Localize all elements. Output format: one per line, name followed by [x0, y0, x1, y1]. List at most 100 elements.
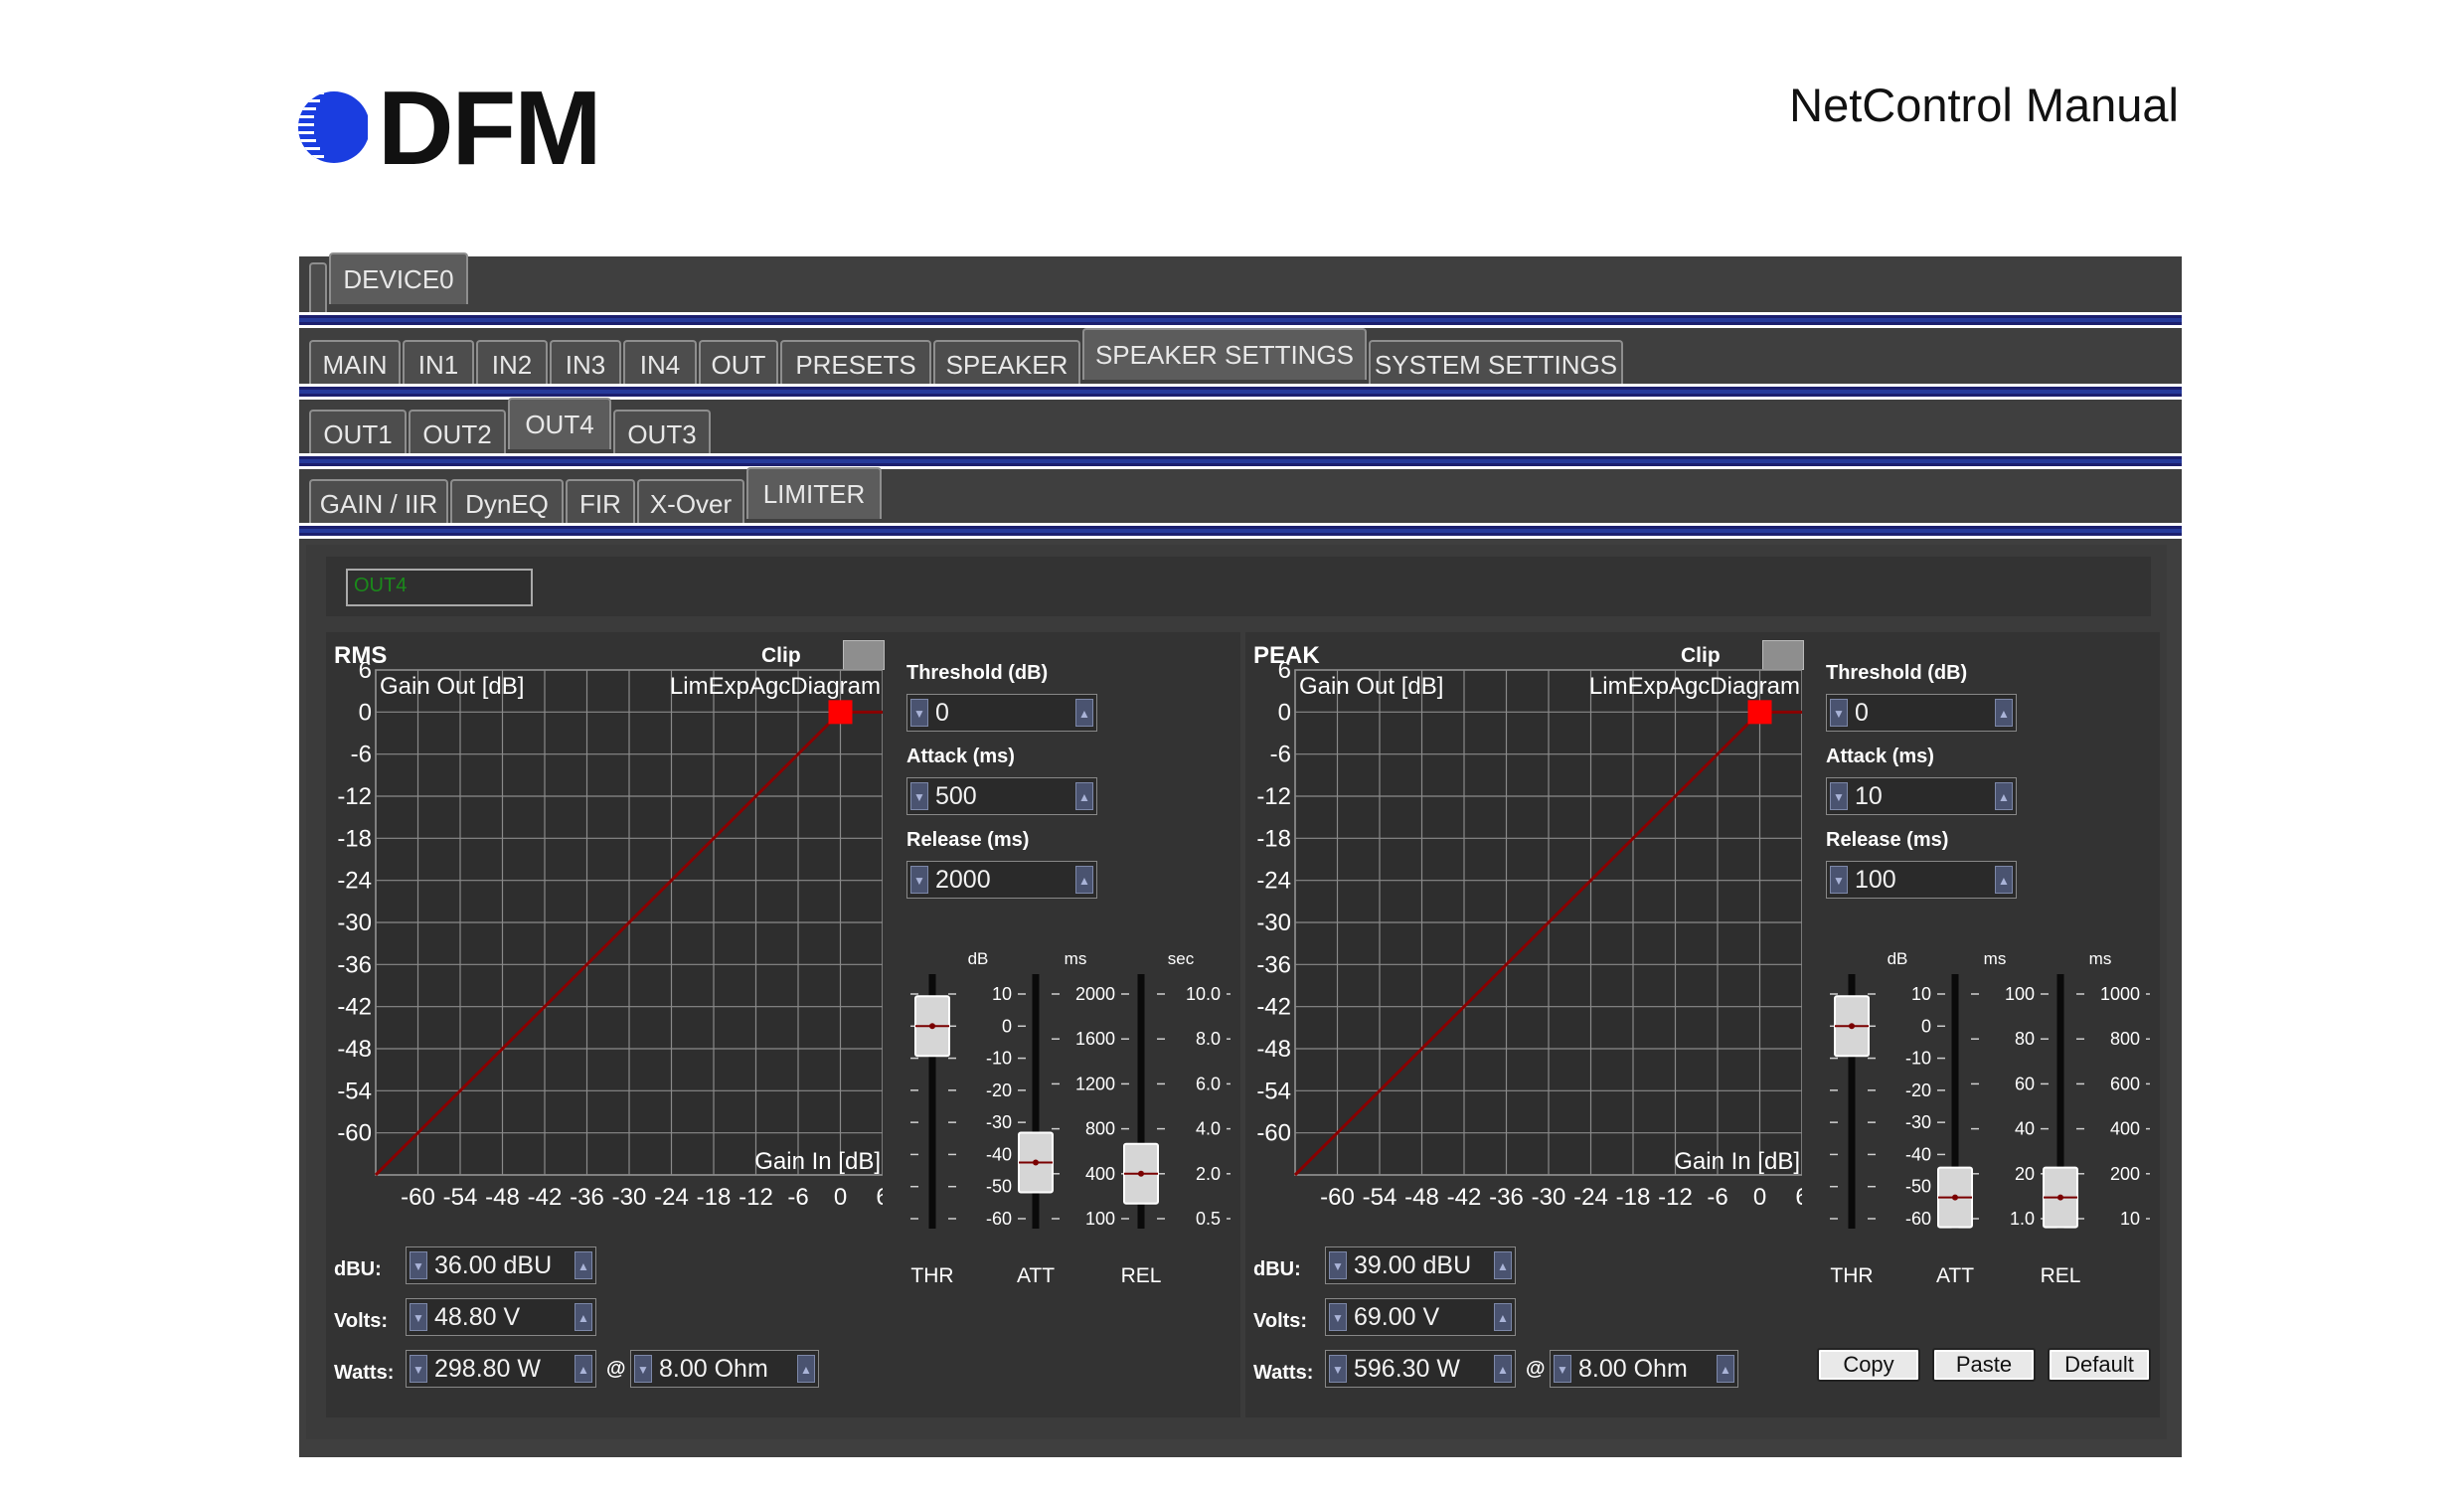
x-tick-label: 6 [1795, 1184, 1802, 1211]
dbu-label: dBU: [1253, 1258, 1301, 1280]
increment-icon[interactable]: ▲ [797, 1355, 815, 1383]
tab-out1[interactable]: OUT1 [309, 410, 407, 457]
tab-dyneq[interactable]: DynEQ [450, 479, 564, 527]
decrement-icon[interactable]: ▼ [910, 866, 928, 894]
y-tick-label: -36 [337, 951, 372, 978]
increment-icon[interactable]: ▲ [1995, 699, 2013, 727]
watts-value: 298.80 W [434, 1355, 542, 1383]
diagram-name: LimExpAgcDiagram [670, 673, 881, 700]
release-spinner[interactable]: ▼ 100 ▲ [1826, 861, 2017, 899]
default-button[interactable]: Default [2048, 1348, 2151, 1382]
x-tick-label: -42 [1447, 1184, 1482, 1211]
decrement-icon[interactable]: ▼ [1554, 1355, 1571, 1383]
thr-fader-knob-dot [929, 1023, 935, 1030]
volts-value: 69.00 V [1354, 1303, 1440, 1331]
volts-spinner[interactable]: ▼ 69.00 V ▲ [1325, 1298, 1516, 1336]
att-fader-name: ATT [1936, 1264, 1974, 1287]
increment-icon[interactable]: ▲ [1494, 1303, 1512, 1331]
fader-tick-label: 400 [2110, 1119, 2140, 1139]
y-tick-label: -30 [1256, 910, 1291, 936]
x-tick-label: -24 [1573, 1184, 1608, 1211]
increment-icon[interactable]: ▲ [1717, 1355, 1734, 1383]
copy-button[interactable]: Copy [1817, 1348, 1920, 1382]
brand-wordmark: DFM [378, 70, 602, 187]
attack-spinner[interactable]: ▼ 500 ▲ [906, 777, 1097, 815]
decrement-icon[interactable]: ▼ [1329, 1355, 1347, 1383]
decrement-icon[interactable]: ▼ [410, 1251, 427, 1279]
decrement-icon[interactable]: ▼ [410, 1303, 427, 1331]
tab-in2[interactable]: IN2 [476, 340, 548, 388]
decrement-icon[interactable]: ▼ [1329, 1303, 1347, 1331]
decrement-icon[interactable]: ▼ [1830, 782, 1848, 810]
increment-icon[interactable]: ▲ [1075, 699, 1093, 727]
impedance-spinner[interactable]: ▼ 8.00 Ohm ▲ [1550, 1350, 1738, 1388]
att-fader-knob-dot [1033, 1159, 1039, 1166]
thr-fader-name: THR [1830, 1264, 1873, 1287]
fader-tick-label: -10 [1905, 1049, 1931, 1069]
increment-icon[interactable]: ▲ [575, 1303, 592, 1331]
rms-panel: RMS Clip 6 0 -6 -12 -18 -24 -30 -36 -42 -48 -54 -60… [326, 632, 1240, 1417]
increment-icon[interactable]: ▲ [1494, 1251, 1512, 1279]
tab-in3[interactable]: IN3 [550, 340, 621, 388]
tab-in1[interactable]: IN1 [403, 340, 474, 388]
tab-device0[interactable]: DEVICE0 [329, 252, 468, 304]
threshold-spinner[interactable]: ▼ 0 ▲ [906, 694, 1097, 732]
x-tick-label: -6 [1707, 1184, 1727, 1211]
attack-spinner[interactable]: ▼ 10 ▲ [1826, 777, 2017, 815]
decrement-icon[interactable]: ▼ [410, 1355, 427, 1383]
tab-fir[interactable]: FIR [566, 479, 635, 527]
decrement-icon[interactable]: ▼ [1329, 1251, 1347, 1279]
rms-fader-group[interactable]: dB100-10-20-30-40-50-60THRms200016001200… [903, 930, 1231, 1288]
increment-icon[interactable]: ▲ [1995, 866, 2013, 894]
fader-tick-label: -60 [1905, 1209, 1931, 1229]
watts-spinner[interactable]: ▼ 596.30 W ▲ [1325, 1350, 1516, 1388]
tab-speaker[interactable]: SPEAKER [933, 340, 1080, 388]
dbu-spinner[interactable]: ▼ 36.00 dBU ▲ [406, 1246, 596, 1284]
increment-icon[interactable]: ▲ [1075, 866, 1093, 894]
threshold-value: 0 [1855, 699, 1869, 727]
tab-system-settings[interactable]: SYSTEM SETTINGS [1369, 340, 1623, 388]
paste-button[interactable]: Paste [1932, 1348, 2036, 1382]
tab-limiter[interactable]: LIMITER [746, 467, 882, 519]
y-tick-label: -42 [1256, 994, 1291, 1021]
peak-transfer-graph[interactable]: 60-6-12-18-24-30-36-42-48-54-60-60 -54 -48… [1245, 662, 1802, 1219]
tab-gain-iir[interactable]: GAIN / IIR [309, 479, 448, 527]
x-tick-label: -12 [739, 1184, 773, 1211]
tab-in4[interactable]: IN4 [623, 340, 697, 388]
tab-main[interactable]: MAIN [309, 340, 401, 388]
dbu-spinner[interactable]: ▼ 39.00 dBU ▲ [1325, 1246, 1516, 1284]
decrement-icon[interactable]: ▼ [910, 782, 928, 810]
release-spinner[interactable]: ▼ 2000 ▲ [906, 861, 1097, 899]
tab-presets[interactable]: PRESETS [780, 340, 931, 388]
tab-speaker-settings[interactable]: SPEAKER SETTINGS [1082, 328, 1367, 380]
x-tick-label: -42 [528, 1184, 563, 1211]
decrement-icon[interactable]: ▼ [1830, 866, 1848, 894]
tab-out[interactable]: OUT [699, 340, 778, 388]
tab-out2[interactable]: OUT2 [409, 410, 506, 457]
peak-fader-group[interactable]: dB100-10-20-30-40-50-60THRms100806040201… [1822, 930, 2150, 1288]
y-tick-label: -36 [1256, 951, 1291, 978]
thr-fader-knob-dot [1849, 1023, 1855, 1030]
fader-tick-label: -30 [1905, 1112, 1931, 1132]
tab-out4[interactable]: OUT4 [508, 398, 611, 449]
x-tick-label: 6 [876, 1184, 883, 1211]
y-axis-title: Gain Out [dB] [380, 673, 524, 700]
impedance-spinner[interactable]: ▼ 8.00 Ohm ▲ [630, 1350, 819, 1388]
rms-transfer-graph[interactable]: 60-6-12-18-24-30-36-42-48-54-60-60 -54 -48… [326, 662, 883, 1219]
watts-spinner[interactable]: ▼ 298.80 W ▲ [406, 1350, 596, 1388]
increment-icon[interactable]: ▲ [1075, 782, 1093, 810]
threshold-spinner[interactable]: ▼ 0 ▲ [1826, 694, 2017, 732]
volts-spinner[interactable]: ▼ 48.80 V ▲ [406, 1298, 596, 1336]
y-tick-label: 6 [1278, 662, 1291, 684]
tab-x-over[interactable]: X-Over [637, 479, 744, 527]
channel-name-field[interactable]: OUT4 [346, 569, 533, 606]
tab-out3[interactable]: OUT3 [613, 410, 711, 457]
decrement-icon[interactable]: ▼ [634, 1355, 652, 1383]
increment-icon[interactable]: ▲ [1494, 1355, 1512, 1383]
decrement-icon[interactable]: ▼ [1830, 699, 1848, 727]
decrement-icon[interactable]: ▼ [910, 699, 928, 727]
fader-tick-label: 100 [1085, 1209, 1115, 1229]
increment-icon[interactable]: ▲ [575, 1355, 592, 1383]
increment-icon[interactable]: ▲ [575, 1251, 592, 1279]
increment-icon[interactable]: ▲ [1995, 782, 2013, 810]
